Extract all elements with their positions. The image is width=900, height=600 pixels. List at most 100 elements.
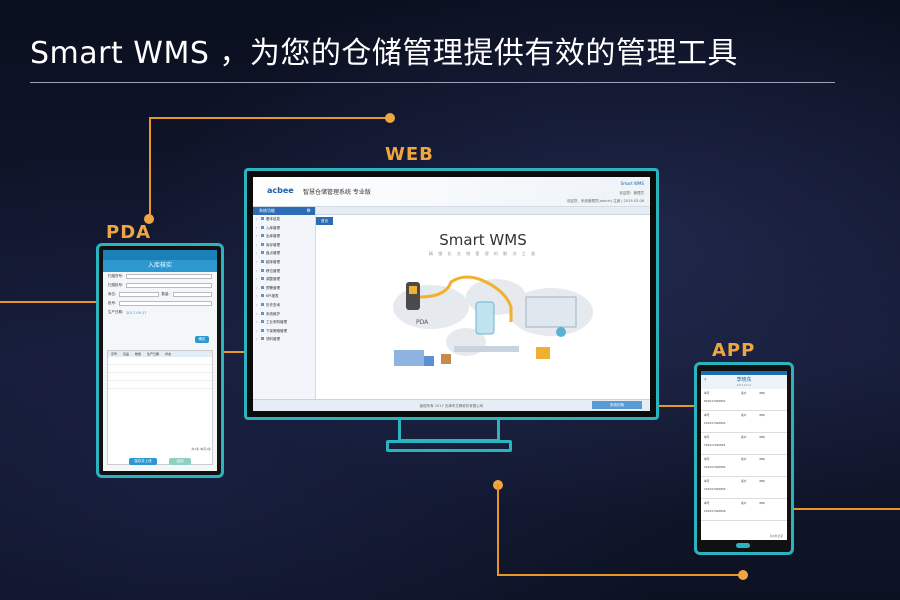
phone-home-button[interactable] <box>736 543 750 548</box>
sidebar-item-outbound[interactable]: 出库管理 <box>253 232 315 241</box>
sidebar-item-label: 系统维护 <box>266 311 280 316</box>
pda-th: 货品 <box>123 352 130 356</box>
menu-icon <box>261 277 264 281</box>
menu-icon <box>261 234 264 238</box>
table-row[interactable] <box>108 381 212 389</box>
list-item[interactable]: 单号 CK2017090804 客户 (BN) <box>701 455 787 477</box>
sidebar-item-relocation[interactable]: 移位管理 <box>253 267 315 276</box>
gear-icon[interactable]: ⚙ <box>307 207 311 215</box>
sidebar-item-label: 调整管理 <box>266 277 280 282</box>
welcome-line: 欢迎您，系统管理员(admin) 注销 | 2019-03-06 <box>566 199 644 203</box>
connector-dot-bottom-end <box>738 570 748 580</box>
menu-icon <box>261 311 264 315</box>
pda-date-value[interactable]: 2017-09-17 <box>126 311 146 315</box>
table-row[interactable] <box>108 357 212 365</box>
sidebar-item-kpi[interactable]: KPI报表 <box>253 292 315 301</box>
sidebar-item-label: 出库管理 <box>266 234 280 239</box>
card-code: CK2017090804 <box>704 465 726 469</box>
list-item[interactable]: 单号 RK2017090801 客户 (BN) <box>701 389 787 411</box>
sidebar-item-alert[interactable]: 预警管理 <box>253 284 315 293</box>
monitor-icon <box>525 296 577 328</box>
warehouse-illustration: PDA <box>393 275 593 366</box>
card-left: 单号 <box>704 479 710 483</box>
sidebar-item-label: 移位管理 <box>266 268 280 273</box>
system-switch-button[interactable]: 系统切换 <box>592 401 642 409</box>
web-app-screen: acbee 智慧仓储管理系统 专业版 Smart WMS 欢迎您：管理员 欢迎您… <box>253 177 650 411</box>
card-left: 单号 <box>704 457 710 461</box>
pda-field-label: 扫描批号: <box>108 283 124 287</box>
card-right: (BN) <box>759 435 766 439</box>
pda-scan-item-input[interactable] <box>126 274 212 279</box>
connector-line-top-horizontal <box>149 117 389 119</box>
card-mid: 客户 <box>741 501 747 505</box>
tab-home[interactable]: 首页 <box>316 217 333 225</box>
monitor-device: acbee 智慧仓储管理系统 专业版 Smart WMS 欢迎您：管理员 欢迎您… <box>244 168 659 420</box>
truck-icon <box>394 350 424 366</box>
top-link[interactable]: Smart WMS <box>621 181 644 186</box>
sidebar-item-label: 领料管理 <box>266 337 280 342</box>
web-header: acbee 智慧仓储管理系统 专业版 Smart WMS 欢迎您：管理员 欢迎您… <box>253 177 650 207</box>
sidebar-item-label: 基本信息 <box>266 217 280 221</box>
sidebar-item-adjustment[interactable]: 调整管理 <box>253 275 315 284</box>
menu-icon <box>261 242 264 246</box>
menu-icon <box>261 328 264 332</box>
hero-tagline: 精 细 化 仓 储 管 理 的 解 决 之 道 <box>429 251 537 256</box>
monitor-stand-base <box>386 440 512 452</box>
card-left: 单号 <box>704 501 710 505</box>
pda-field-row: 扫描批号: <box>103 281 217 290</box>
phone-screen: ‹ 李晓东 2017-10-11 单号 RK2017090801 客户 (BN) 单号… <box>701 371 787 540</box>
card-right: (BN) <box>759 479 766 483</box>
pda-batch-input[interactable] <box>119 301 212 306</box>
card-code: CK2017090805 <box>704 487 726 491</box>
menu-icon <box>261 268 264 272</box>
sidebar-item-inventory[interactable]: 库存管理 <box>253 241 315 250</box>
pda-location-input[interactable] <box>119 292 159 297</box>
pda-screen: 入库核实 扫描货号: 扫描批号: 库位: 数量: 批号: 生产日期: 2017-09… <box>103 250 217 471</box>
card-right: (BN) <box>759 501 766 505</box>
pda-confirm-button[interactable]: 确定 <box>195 336 209 343</box>
card-right: (BN) <box>759 413 766 417</box>
menu-icon <box>261 285 264 289</box>
sidebar-header-label: 系统功能 <box>259 208 275 213</box>
card-right: (BN) <box>759 457 766 461</box>
menu-icon <box>261 225 264 229</box>
pda-field-row: 库位: 数量: <box>103 290 217 299</box>
sidebar-item-unshelve[interactable]: 下架策略管理 <box>253 327 315 336</box>
pda-submit-button[interactable]: 保存并上传 <box>129 458 157 465</box>
page-headline: Smart WMS ，为您的仓储管理提供有效的管理工具 <box>30 36 738 71</box>
list-item[interactable]: 单号 CK2017090802 客户 (BN) <box>701 411 787 433</box>
connector-dot-top <box>385 113 395 123</box>
sidebar-item-procurement[interactable]: 工业采购管理 <box>253 318 315 327</box>
sidebar-item-stocktake[interactable]: 盘点管理 <box>253 249 315 258</box>
card-left: 单号 <box>704 391 710 395</box>
pda-qty-input[interactable] <box>172 292 212 297</box>
sidebar-item-basic-info[interactable]: 基本信息 <box>253 215 315 224</box>
phone-header: ‹ 李晓东 2017-10-11 <box>701 375 787 389</box>
sidebar-item-system[interactable]: 系统维护 <box>253 310 315 319</box>
sidebar-item-crossdock[interactable]: 越库管理 <box>253 258 315 267</box>
web-label: WEB <box>385 144 434 165</box>
sidebar-item-inbound[interactable]: 入库管理 <box>253 224 315 233</box>
tab-bar: 首页 <box>316 207 650 225</box>
phone-footer: 共6条记录 <box>770 534 783 538</box>
table-row[interactable] <box>108 365 212 373</box>
footer-text: 版权所有 2017 天津市艾蜂软件有限公司 <box>419 404 484 408</box>
web-footer: 版权所有 2017 天津市艾蜂软件有限公司 系统切换 <box>253 399 650 411</box>
sidebar-item-label: 历史查询 <box>266 302 280 307</box>
connector-line-left <box>0 301 98 303</box>
sidebar-item-material[interactable]: 领料管理 <box>253 335 315 344</box>
table-row[interactable] <box>108 373 212 381</box>
list-item[interactable]: 单号 CK2017090806 客户 (BN) <box>701 499 787 521</box>
card-left: 单号 <box>704 435 710 439</box>
main-content: 首页 Smart WMS 精 细 化 仓 储 管 理 的 解 决 之 道 PDA <box>316 207 650 399</box>
sidebar-item-history[interactable]: 历史查询 <box>253 301 315 310</box>
pda-device: 入库核实 扫描货号: 扫描批号: 库位: 数量: 批号: 生产日期: 2017-09… <box>96 243 224 478</box>
pda-scan-batch-input[interactable] <box>126 283 212 288</box>
card-mid: 客户 <box>741 435 747 439</box>
list-item[interactable]: 单号 CK2017090805 客户 (BN) <box>701 477 787 499</box>
list-item[interactable]: 单号 TK2017090803 客户 (BN) <box>701 433 787 455</box>
pda-status-bar <box>103 250 217 260</box>
pda-return-button[interactable]: 返回 <box>169 458 191 465</box>
sidebar-item-label: 越库管理 <box>266 259 280 264</box>
menu-icon <box>261 251 264 255</box>
